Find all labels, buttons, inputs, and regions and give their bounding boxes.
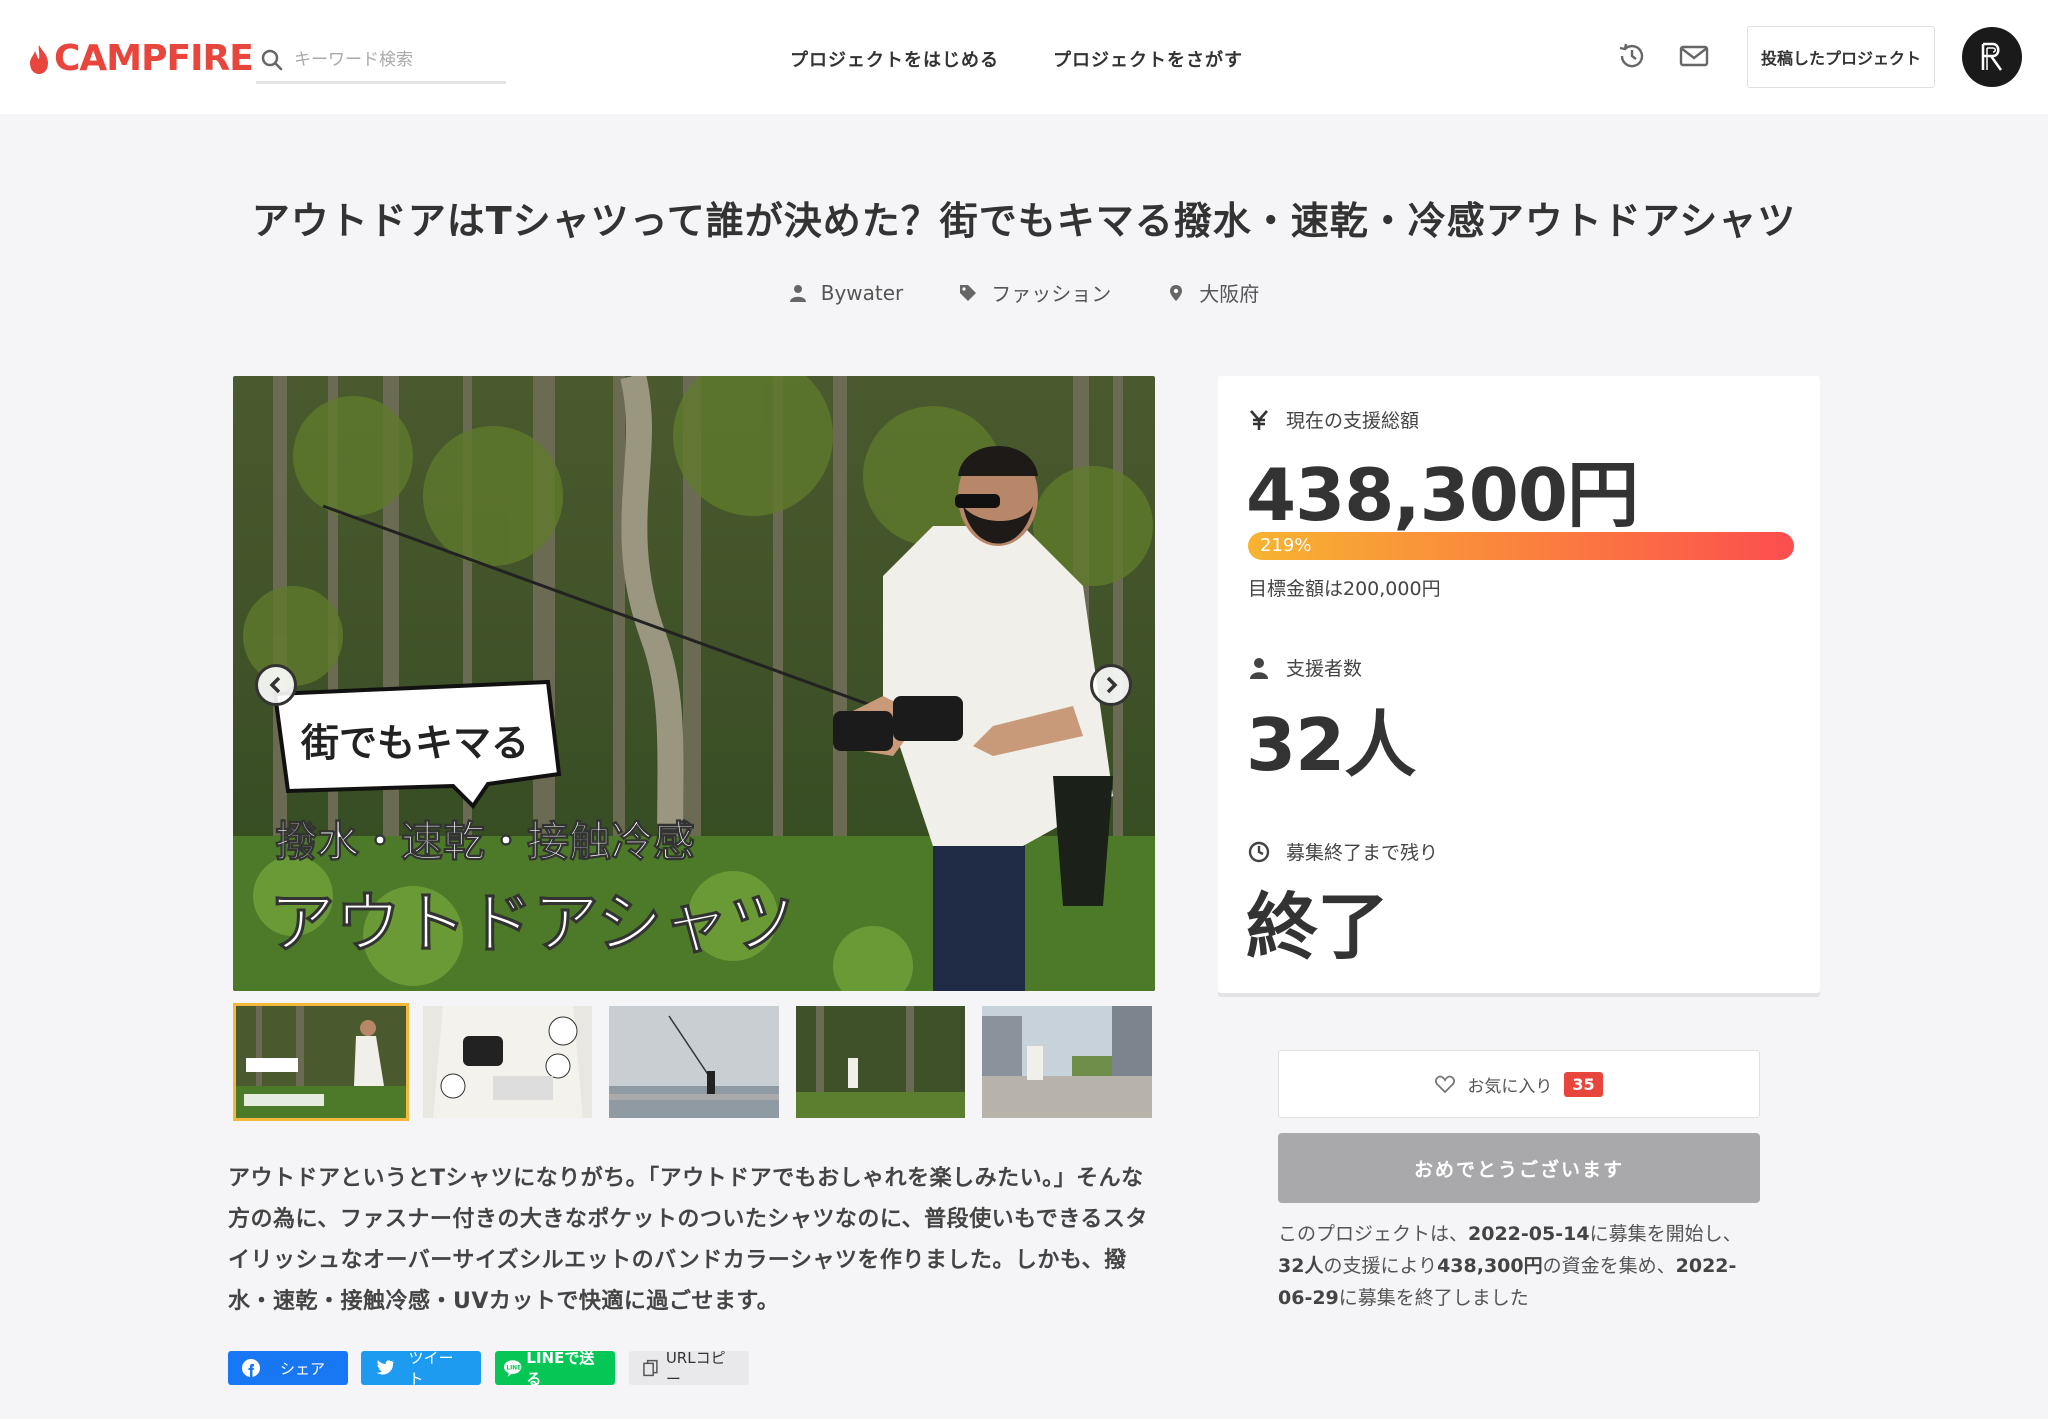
bubble-text: 街でもキマる [300, 721, 529, 765]
summary-mid-3: の資金を集め、 [1542, 1255, 1676, 1277]
twitter-icon [376, 1360, 394, 1375]
summary-start-date: 2022-05-14 [1468, 1223, 1590, 1245]
search-input[interactable] [294, 49, 494, 70]
search-box[interactable] [256, 38, 506, 84]
thumbnail-image [422, 1006, 593, 1118]
tag-icon [960, 284, 977, 301]
avatar-logo-icon [1981, 42, 2003, 71]
thumbnail-image [982, 1006, 1152, 1118]
thumbnail-image [609, 1006, 779, 1118]
posted-projects-button[interactable]: 投稿したプロジェクト [1747, 26, 1935, 88]
backers-label: 支援者数 [1286, 658, 1363, 680]
owner-name: Bywater [820, 280, 904, 305]
location-name: 大阪府 [1199, 282, 1260, 306]
chevron-left-icon [269, 676, 281, 694]
line-share-button[interactable]: LINE LINEで送る [495, 1349, 615, 1388]
logo-text: CAMPFIRE [54, 38, 254, 79]
chevron-right-icon [1106, 676, 1118, 694]
thumbnail-3[interactable] [606, 1003, 782, 1121]
facebook-icon [242, 1359, 260, 1377]
thumbnail-1[interactable] [233, 1003, 409, 1121]
line-icon: LINE [503, 1360, 522, 1377]
project-description: アウトドアというとTシャツになりがち。「アウトドアでもおしゃれを楽しみたい。」そ… [228, 1166, 1148, 1314]
summary-amount: 438,300円 [1437, 1255, 1543, 1277]
favorite-count-badge: 35 [1564, 1071, 1603, 1097]
search-icon [261, 49, 283, 70]
mail-icon[interactable] [1678, 40, 1710, 72]
site-header: CAMPFIRE プロジェクトをはじめる プロジェクトをさがす 投稿したプロジェ… [0, 0, 2048, 114]
line-share-label: LINEで送る [526, 1349, 595, 1388]
url-copy-button[interactable]: URLコピー [629, 1349, 749, 1388]
summary-mid-1: に募集を開始し、 [1589, 1223, 1742, 1245]
campfire-logo[interactable]: CAMPFIRE [28, 38, 254, 79]
facebook-share-button[interactable]: シェア [228, 1351, 348, 1385]
summary-backers: 32人 [1278, 1255, 1324, 1277]
summary-mid-2: の支援により [1323, 1255, 1438, 1277]
funding-stats-panel: 現在の支援総額 438,300円 219% 目標金額は200,000円 支援者数… [1218, 376, 1820, 993]
user-avatar[interactable] [1962, 27, 2022, 87]
image-line-2: アウトドアシャツ [269, 885, 794, 962]
facebook-share-label: シェア [280, 1359, 326, 1378]
heart-icon [1435, 1075, 1456, 1093]
thumbnail-2[interactable] [420, 1003, 596, 1121]
project-title: アウトドアはTシャツって誰が決めた？街でもキマる撥水・速乾・冷感アウトドアシャツ [251, 199, 1797, 243]
clock-icon [1248, 841, 1270, 862]
backers-value: 32人 [1246, 703, 1416, 787]
map-pin-icon [1170, 284, 1183, 301]
thumbnail-5[interactable] [979, 1003, 1155, 1121]
copy-icon [643, 1359, 658, 1377]
yen-icon [1250, 409, 1268, 430]
thumbnail-image [236, 1006, 406, 1118]
total-amount-value: 438,300円 [1246, 453, 1639, 537]
owner-link[interactable]: Bywater [789, 278, 904, 307]
twitter-share-button[interactable]: ツイート [361, 1349, 481, 1388]
funding-progress-bar: 219% [1248, 532, 1794, 560]
next-image-button[interactable] [1090, 664, 1132, 706]
image-line-1: 撥水・速乾・接触冷感 [275, 817, 695, 866]
thumbnail-image [795, 1006, 966, 1118]
remaining-label-row: 募集終了まで残り [1248, 838, 1438, 865]
location-link[interactable]: 大阪府 [1167, 278, 1259, 307]
total-amount-label-row: 現在の支援総額 [1248, 406, 1419, 433]
project-meta: Bywater ファッション 大阪府 [0, 278, 2048, 307]
flame-icon [30, 44, 48, 74]
image-thumbnails [233, 1003, 1155, 1121]
goal-amount: 目標金額は200,000円 [1248, 578, 1441, 600]
remaining-value: 終了 [1246, 885, 1389, 969]
svg-text:LINE: LINE [506, 1365, 521, 1371]
user-icon [789, 284, 806, 302]
congrats-button[interactable]: おめでとうございます [1278, 1133, 1760, 1203]
backers-label-row: 支援者数 [1248, 654, 1362, 681]
hero-photo: 街でもキマる 撥水・速乾・接触冷感 アウトドアシャツ [233, 376, 1155, 991]
favorite-label: お気に入り [1467, 1076, 1553, 1097]
history-icon[interactable] [1616, 40, 1648, 72]
user-icon [1250, 657, 1268, 679]
category-link[interactable]: ファッション [959, 278, 1111, 307]
project-summary: このプロジェクトは、2022-05-14に募集を開始し、 32人の支援により438… [1278, 1218, 1768, 1314]
main-project-image[interactable]: 街でもキマる 撥水・速乾・接触冷感 アウトドアシャツ [233, 376, 1155, 991]
thumbnail-4[interactable] [793, 1003, 969, 1121]
favorite-button[interactable]: お気に入り 35 [1278, 1050, 1760, 1118]
total-amount-label: 現在の支援総額 [1286, 410, 1420, 432]
nav-find-project[interactable]: プロジェクトをさがす [1053, 46, 1243, 72]
nav-start-project[interactable]: プロジェクトをはじめる [790, 46, 999, 72]
summary-prefix: このプロジェクトは、 [1278, 1223, 1469, 1245]
progress-percent: 219% [1260, 535, 1312, 556]
category-name: ファッション [991, 282, 1112, 306]
url-copy-label: URLコピー [665, 1349, 726, 1388]
summary-suffix: に募集を終了しました [1338, 1287, 1529, 1309]
twitter-share-label: ツイート [408, 1349, 454, 1388]
prev-image-button[interactable] [255, 664, 297, 706]
remaining-label: 募集終了まで残り [1286, 842, 1439, 864]
